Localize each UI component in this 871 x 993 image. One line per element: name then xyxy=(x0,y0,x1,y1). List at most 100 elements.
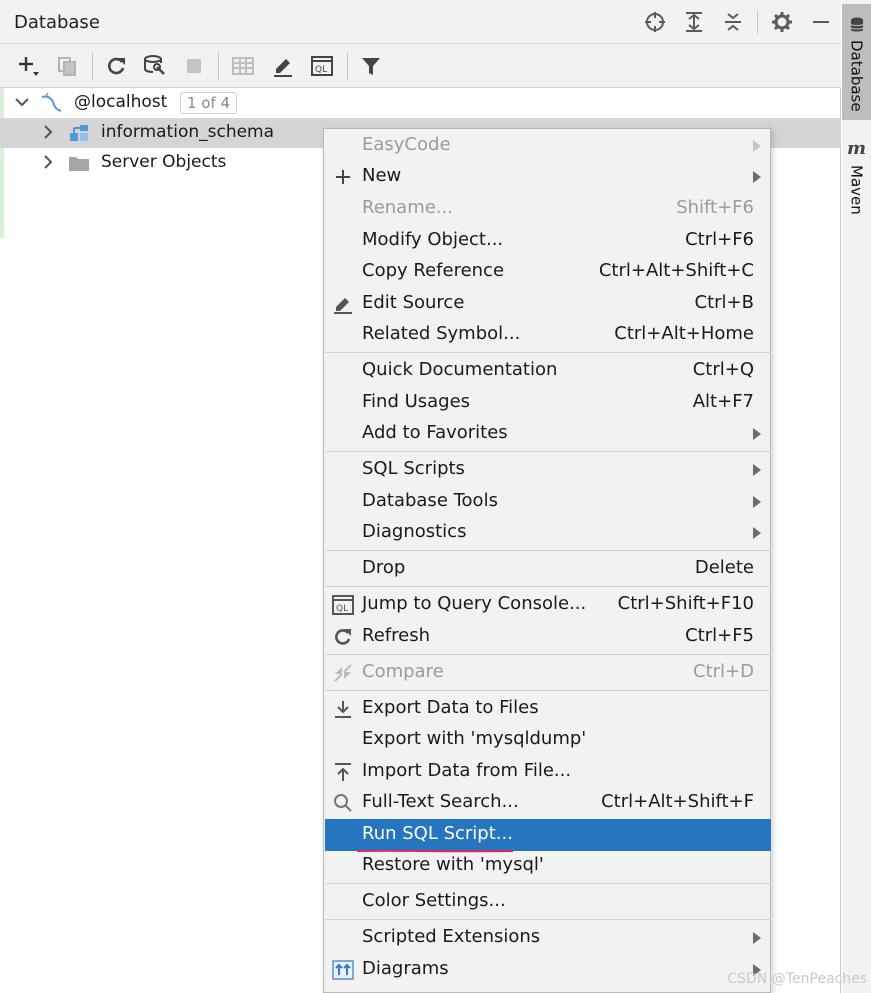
menu-item-diagnostics[interactable]: Diagnostics xyxy=(325,517,771,549)
menu-item-shortcut: Ctrl+F5 xyxy=(685,625,754,646)
stop-icon[interactable] xyxy=(181,53,207,79)
tree-label: @localhost xyxy=(74,92,168,112)
menu-item-label: EasyCode xyxy=(362,134,451,155)
collapse-all-icon[interactable] xyxy=(721,10,745,34)
menu-item-color-settings[interactable]: Color Settings... xyxy=(325,886,771,918)
download-icon xyxy=(332,699,354,719)
tree-root-localhost[interactable]: @localhost 1 of 4 xyxy=(0,88,841,118)
menu-item-modify-object[interactable]: Modify Object... Ctrl+F6 xyxy=(325,225,771,257)
menu-item-label: Diagnostics xyxy=(362,521,467,542)
menu-item-label: Modify Object... xyxy=(362,229,504,250)
menu-item-quick-documentation[interactable]: Quick Documentation Ctrl+Q xyxy=(325,355,771,387)
menu-item-compare[interactable]: Compare Ctrl+D xyxy=(325,657,771,689)
database-toolbar: QL xyxy=(0,44,841,88)
upload-icon xyxy=(332,762,354,782)
sidebar-tab-label: Database xyxy=(847,40,866,112)
menu-item-label: Database Tools xyxy=(362,490,498,511)
menu-item-shortcut: Delete xyxy=(694,557,754,578)
crosshair-icon[interactable] xyxy=(643,10,667,34)
menu-item-shortcut: Ctrl+B xyxy=(694,292,754,313)
expand-all-icon[interactable] xyxy=(682,10,706,34)
menu-item-label: Diagrams xyxy=(362,958,449,979)
menu-item-shortcut: Ctrl+Alt+Shift+F xyxy=(601,791,754,812)
menu-item-label: Export Data to Files xyxy=(362,697,539,718)
menu-item-label: Refresh xyxy=(362,625,430,646)
mysql-dolphin-icon xyxy=(41,93,62,112)
submenu-arrow-icon xyxy=(753,932,761,944)
menu-item-easycode[interactable]: EasyCode xyxy=(325,130,771,162)
menu-item-label: Restore with 'mysql' xyxy=(362,854,544,875)
diagram-icon xyxy=(332,960,354,980)
menu-item-scripted-extensions[interactable]: Scripted Extensions xyxy=(325,922,771,954)
duplicate-icon[interactable] xyxy=(54,53,80,79)
filter-icon[interactable] xyxy=(358,53,384,79)
menu-item-refresh[interactable]: Refresh Ctrl+F5 xyxy=(325,621,771,653)
menu-item-export-data-to-files[interactable]: Export Data to Files xyxy=(325,693,771,725)
schema-properties-icon[interactable] xyxy=(142,53,168,79)
tree-label: Server Objects xyxy=(101,152,227,172)
submenu-arrow-icon xyxy=(753,428,761,440)
edit-icon[interactable] xyxy=(270,53,296,79)
sidebar-tab-maven[interactable]: m Maven xyxy=(842,138,871,234)
schema-icon xyxy=(70,125,88,141)
svg-text:QL: QL xyxy=(315,65,327,75)
menu-item-label: Rename... xyxy=(362,197,453,218)
menu-item-shortcut: Ctrl+D xyxy=(693,661,754,682)
menu-item-shortcut: Ctrl+Q xyxy=(692,359,754,380)
submenu-arrow-icon xyxy=(753,464,761,476)
menu-item-label: Compare xyxy=(362,661,444,682)
menu-item-label: Drop xyxy=(362,557,406,578)
menu-item-diagrams[interactable]: Diagrams xyxy=(325,954,771,986)
menu-item-shortcut: Ctrl+F6 xyxy=(685,229,754,250)
menu-item-label: Full-Text Search... xyxy=(362,791,519,812)
folder-icon xyxy=(69,157,89,171)
table-editor-icon[interactable] xyxy=(230,53,256,79)
menu-item-edit-source[interactable]: Edit Source Ctrl+B xyxy=(325,288,771,320)
menu-item-label: Scripted Extensions xyxy=(362,926,541,947)
menu-item-find-usages[interactable]: Find Usages Alt+F7 xyxy=(325,387,771,419)
submenu-arrow-icon xyxy=(753,496,761,508)
menu-item-label: Color Settings... xyxy=(362,890,506,911)
minimize-icon[interactable] xyxy=(809,10,833,34)
menu-item-import-data-from-file[interactable]: Import Data from File... xyxy=(325,756,771,788)
menu-item-run-sql-script[interactable]: Run SQL Script... xyxy=(325,819,771,853)
menu-item-database-tools[interactable]: Database Tools xyxy=(325,486,771,518)
tool-window-header: Database xyxy=(0,0,841,44)
query-console-icon[interactable]: QL xyxy=(309,53,335,79)
count-badge: 1 of 4 xyxy=(180,92,238,114)
menu-item-new[interactable]: New xyxy=(325,161,771,193)
menu-item-restore-with-mysql[interactable]: Restore with 'mysql' xyxy=(325,850,771,882)
toolbar-separator xyxy=(347,52,348,80)
menu-item-shortcut: Ctrl+Shift+F10 xyxy=(617,593,754,614)
chevron-right-icon[interactable] xyxy=(40,154,56,170)
menu-item-label: SQL Scripts xyxy=(362,458,465,479)
menu-item-label: Edit Source xyxy=(362,292,465,313)
database-icon xyxy=(850,17,863,32)
menu-item-label: Jump to Query Console... xyxy=(362,593,587,614)
chevron-right-icon[interactable] xyxy=(40,124,56,140)
menu-item-label: New xyxy=(362,165,402,186)
sidebar-tab-database[interactable]: Database xyxy=(842,4,871,120)
chevron-down-icon[interactable] xyxy=(14,94,30,110)
menu-item-related-symbol[interactable]: Related Symbol... Ctrl+Alt+Home xyxy=(325,319,771,351)
pencil-icon xyxy=(332,294,354,314)
menu-item-add-to-favorites[interactable]: Add to Favorites xyxy=(325,418,771,450)
right-tool-strip: Database m Maven xyxy=(842,0,871,993)
search-icon xyxy=(332,793,354,813)
menu-item-copy-reference[interactable]: Copy Reference Ctrl+Alt+Shift+C xyxy=(325,256,771,288)
menu-item-label: Run SQL Script... xyxy=(362,823,513,844)
menu-item-drop[interactable]: Drop Delete xyxy=(325,553,771,585)
add-icon[interactable] xyxy=(15,53,41,79)
menu-item-shortcut: Alt+F7 xyxy=(692,391,754,412)
context-menu: EasyCode New Rename... Shift+F6 Modify O… xyxy=(323,128,771,993)
menu-item-export-mysqldump[interactable]: Export with 'mysqldump' xyxy=(325,724,771,756)
menu-item-jump-to-query-console[interactable]: QL Jump to Query Console... Ctrl+Shift+F… xyxy=(325,589,771,621)
menu-item-full-text-search[interactable]: Full-Text Search... Ctrl+Alt+Shift+F xyxy=(325,787,771,819)
gear-icon[interactable] xyxy=(770,10,794,34)
submenu-arrow-icon xyxy=(753,527,761,539)
menu-item-label: Import Data from File... xyxy=(362,760,572,781)
submenu-arrow-icon xyxy=(753,171,761,183)
refresh-icon[interactable] xyxy=(103,53,129,79)
menu-item-rename[interactable]: Rename... Shift+F6 xyxy=(325,193,771,225)
menu-item-sql-scripts[interactable]: SQL Scripts xyxy=(325,454,771,486)
